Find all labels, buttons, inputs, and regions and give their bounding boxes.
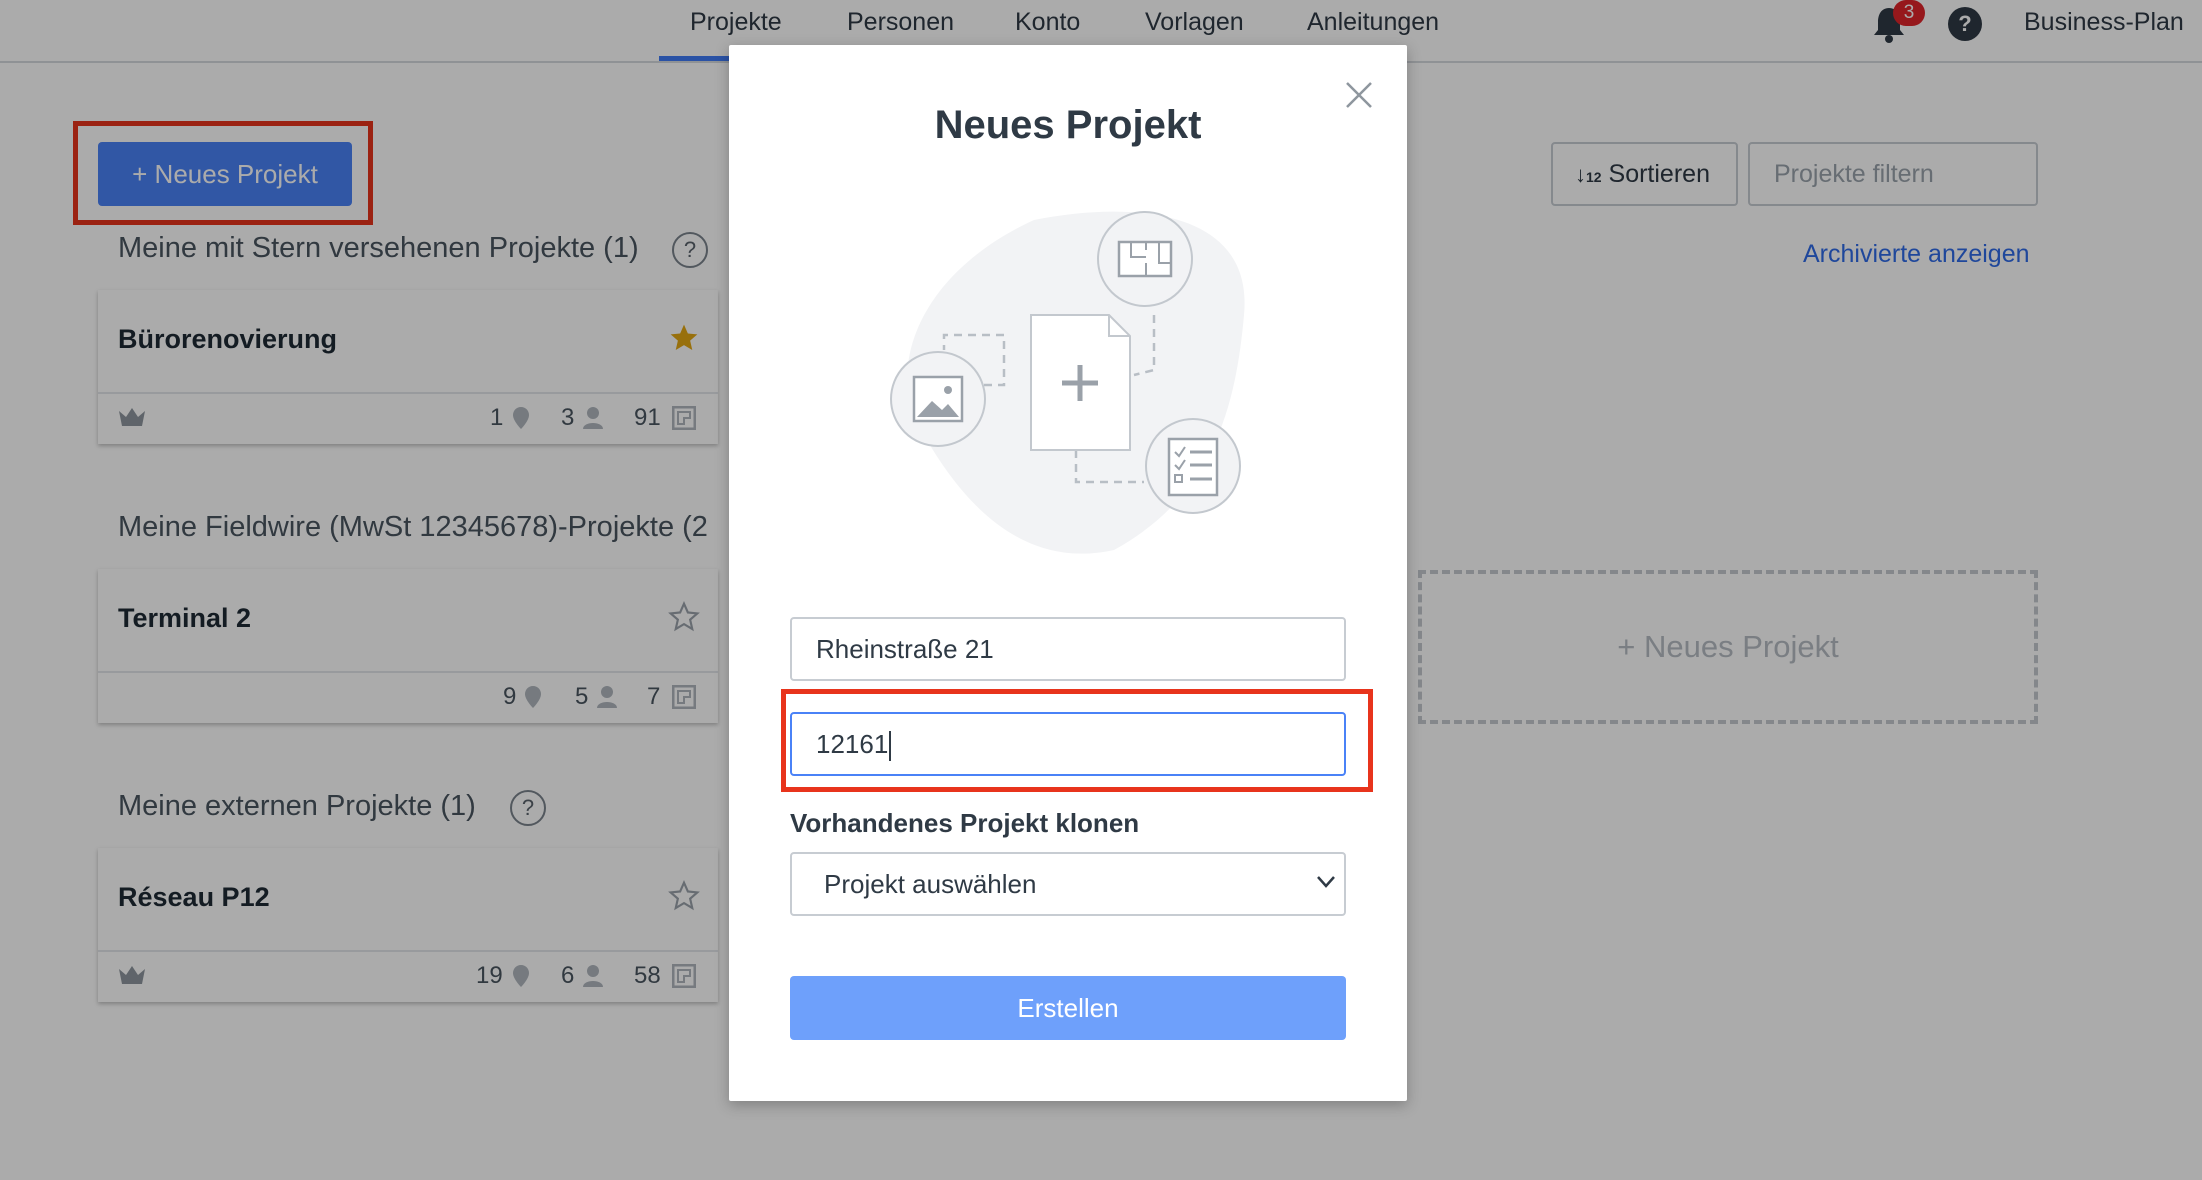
new-project-dialog — [729, 45, 1407, 1101]
project-name-field[interactable]: Rheinstraße 21 — [790, 617, 1346, 681]
clone-label: Vorhandenes Projekt klonen — [790, 808, 1140, 838]
clone-project-select[interactable]: Projekt auswählen — [790, 852, 1346, 916]
chevron-down-icon — [1317, 876, 1335, 888]
new-project-illustration — [890, 211, 1245, 554]
project-name-value: Rheinstraße 21 — [816, 634, 994, 664]
create-button[interactable]: Erstellen — [790, 976, 1346, 1040]
highlight-code-field — [781, 689, 1373, 792]
dialog-title: Neues Projekt — [934, 103, 1202, 147]
